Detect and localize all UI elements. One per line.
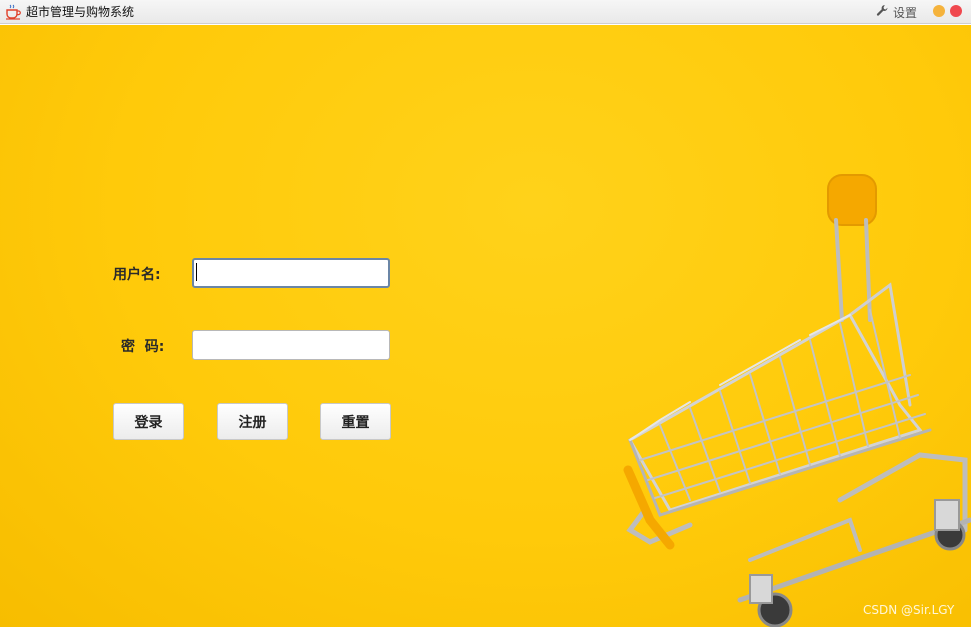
username-input[interactable] <box>192 258 390 288</box>
username-label: 用户名: <box>113 267 161 283</box>
login-panel: 用户名: 密 码: 登录 注册 重置 CSDN @Sir.LGY <box>0 25 971 627</box>
minimize-button[interactable] <box>933 5 945 17</box>
settings-label: 设置 <box>893 5 918 20</box>
close-button[interactable] <box>950 5 962 17</box>
text-caret <box>196 263 197 281</box>
settings-button[interactable]: 设置 <box>876 3 917 21</box>
wrench-icon <box>876 4 893 20</box>
reset-button[interactable]: 重置 <box>320 403 391 440</box>
coffee-cup-icon <box>4 3 22 21</box>
register-button[interactable]: 注册 <box>217 403 288 440</box>
shopping-cart-image <box>623 174 971 627</box>
password-label: 密 码: <box>121 339 165 355</box>
watermark: CSDN @Sir.LGY <box>863 603 955 617</box>
login-button[interactable]: 登录 <box>113 403 184 440</box>
title-bar: 超市管理与购物系统 设置 <box>0 0 971 24</box>
password-input[interactable] <box>192 330 390 360</box>
window-title: 超市管理与购物系统 <box>26 5 135 19</box>
